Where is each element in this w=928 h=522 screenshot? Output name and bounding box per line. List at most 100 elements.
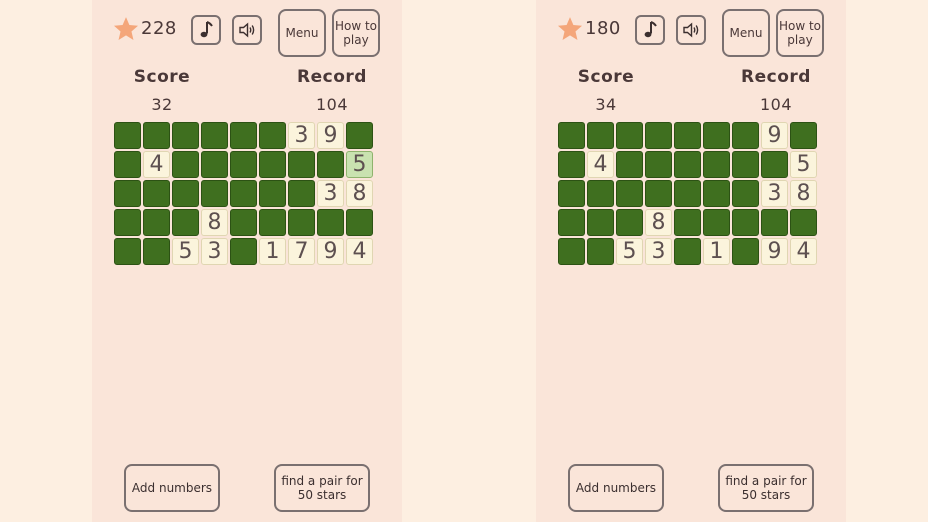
grid-cell-filled[interactable] — [230, 122, 257, 149]
grid-cell-filled[interactable] — [317, 209, 344, 236]
grid-cell-filled[interactable] — [790, 122, 817, 149]
music-toggle-button[interactable] — [635, 15, 665, 45]
grid-cell-number[interactable]: 4 — [143, 151, 170, 178]
grid-cell-filled[interactable] — [114, 209, 141, 236]
grid-cell-filled[interactable] — [288, 151, 315, 178]
grid-cell-filled[interactable] — [143, 238, 170, 265]
grid-cell-filled[interactable] — [143, 180, 170, 207]
grid-cell-number[interactable]: 9 — [317, 122, 344, 149]
grid-cell-number[interactable]: 3 — [201, 238, 228, 265]
grid-cell-filled[interactable] — [114, 238, 141, 265]
grid-cell-filled[interactable] — [317, 151, 344, 178]
grid-cell-filled[interactable] — [732, 122, 759, 149]
grid-cell-filled[interactable] — [645, 180, 672, 207]
grid-cell-filled[interactable] — [674, 238, 701, 265]
grid-cell-filled[interactable] — [761, 209, 788, 236]
grid-cell-filled[interactable] — [259, 180, 286, 207]
grid-cell-filled[interactable] — [346, 122, 373, 149]
find-pair-button[interactable]: find a pair for 50 stars — [274, 464, 370, 512]
grid-cell-filled[interactable] — [114, 151, 141, 178]
grid-cell-filled[interactable] — [645, 151, 672, 178]
grid-cell-number[interactable]: 4 — [587, 151, 614, 178]
grid-cell-filled[interactable] — [616, 209, 643, 236]
grid-cell-filled[interactable] — [587, 209, 614, 236]
grid-cell-number[interactable]: 5 — [172, 238, 199, 265]
grid-cell-number[interactable]: 7 — [288, 238, 315, 265]
menu-button[interactable]: Menu — [722, 9, 770, 57]
grid-cell-number[interactable]: 9 — [317, 238, 344, 265]
grid-cell-filled[interactable] — [703, 180, 730, 207]
grid-cell-number[interactable]: 8 — [201, 209, 228, 236]
grid-cell-number[interactable]: 3 — [288, 122, 315, 149]
add-numbers-button[interactable]: Add numbers — [124, 464, 220, 512]
grid-cell-filled[interactable] — [143, 209, 170, 236]
grid-cell-filled[interactable] — [790, 209, 817, 236]
grid-cell-filled[interactable] — [732, 209, 759, 236]
grid-cell-filled[interactable] — [703, 122, 730, 149]
grid-cell-number[interactable]: 1 — [259, 238, 286, 265]
grid-cell-filled[interactable] — [201, 151, 228, 178]
grid-cell-number[interactable]: 3 — [645, 238, 672, 265]
find-pair-button[interactable]: find a pair for 50 stars — [718, 464, 814, 512]
grid-cell-filled[interactable] — [558, 151, 585, 178]
grid-cell-number[interactable]: 5 — [616, 238, 643, 265]
grid-cell-filled[interactable] — [703, 209, 730, 236]
grid-cell-filled[interactable] — [616, 122, 643, 149]
grid-cell-number[interactable]: 9 — [761, 238, 788, 265]
grid-cell-filled[interactable] — [230, 238, 257, 265]
grid-cell-filled[interactable] — [288, 209, 315, 236]
grid-cell-filled[interactable] — [616, 151, 643, 178]
grid-cell-filled[interactable] — [259, 151, 286, 178]
menu-button[interactable]: Menu — [278, 9, 326, 57]
grid-cell-number[interactable]: 8 — [645, 209, 672, 236]
add-numbers-button[interactable]: Add numbers — [568, 464, 664, 512]
grid-cell-number[interactable]: 3 — [317, 180, 344, 207]
grid-cell-filled[interactable] — [143, 122, 170, 149]
grid-cell-filled[interactable] — [674, 151, 701, 178]
grid-cell-filled[interactable] — [114, 122, 141, 149]
how-to-play-button[interactable]: How to play — [332, 9, 380, 57]
grid-cell-number[interactable]: 8 — [790, 180, 817, 207]
grid-cell-filled[interactable] — [645, 122, 672, 149]
grid-cell-filled[interactable] — [230, 180, 257, 207]
grid-cell-filled[interactable] — [732, 238, 759, 265]
grid-cell-filled[interactable] — [172, 180, 199, 207]
grid-cell-filled[interactable] — [230, 209, 257, 236]
grid-cell-filled[interactable] — [114, 180, 141, 207]
grid-cell-number[interactable]: 1 — [703, 238, 730, 265]
grid-cell-filled[interactable] — [259, 209, 286, 236]
grid-cell-number[interactable]: 4 — [346, 238, 373, 265]
grid-cell-filled[interactable] — [587, 180, 614, 207]
grid-cell-number[interactable]: 3 — [761, 180, 788, 207]
how-to-play-button[interactable]: How to play — [776, 9, 824, 57]
grid-cell-selected[interactable]: 5 — [346, 151, 373, 178]
grid-cell-filled[interactable] — [558, 209, 585, 236]
grid-cell-filled[interactable] — [172, 151, 199, 178]
grid-cell-filled[interactable] — [587, 122, 614, 149]
grid-cell-number[interactable]: 5 — [790, 151, 817, 178]
grid-cell-filled[interactable] — [616, 180, 643, 207]
grid-cell-filled[interactable] — [172, 209, 199, 236]
grid-cell-filled[interactable] — [201, 180, 228, 207]
sound-toggle-button[interactable] — [232, 15, 262, 45]
grid-cell-number[interactable]: 9 — [761, 122, 788, 149]
grid-cell-filled[interactable] — [703, 151, 730, 178]
grid-cell-number[interactable]: 4 — [790, 238, 817, 265]
grid-cell-filled[interactable] — [732, 180, 759, 207]
grid-cell-filled[interactable] — [201, 122, 228, 149]
grid-cell-filled[interactable] — [674, 180, 701, 207]
music-toggle-button[interactable] — [191, 15, 221, 45]
grid-cell-filled[interactable] — [558, 180, 585, 207]
grid-cell-filled[interactable] — [674, 122, 701, 149]
grid-cell-filled[interactable] — [172, 122, 199, 149]
grid-cell-filled[interactable] — [558, 122, 585, 149]
sound-toggle-button[interactable] — [676, 15, 706, 45]
grid-cell-filled[interactable] — [558, 238, 585, 265]
grid-cell-filled[interactable] — [674, 209, 701, 236]
grid-cell-filled[interactable] — [761, 151, 788, 178]
grid-cell-filled[interactable] — [259, 122, 286, 149]
grid-cell-number[interactable]: 8 — [346, 180, 373, 207]
grid-cell-filled[interactable] — [732, 151, 759, 178]
grid-cell-filled[interactable] — [288, 180, 315, 207]
grid-cell-filled[interactable] — [230, 151, 257, 178]
